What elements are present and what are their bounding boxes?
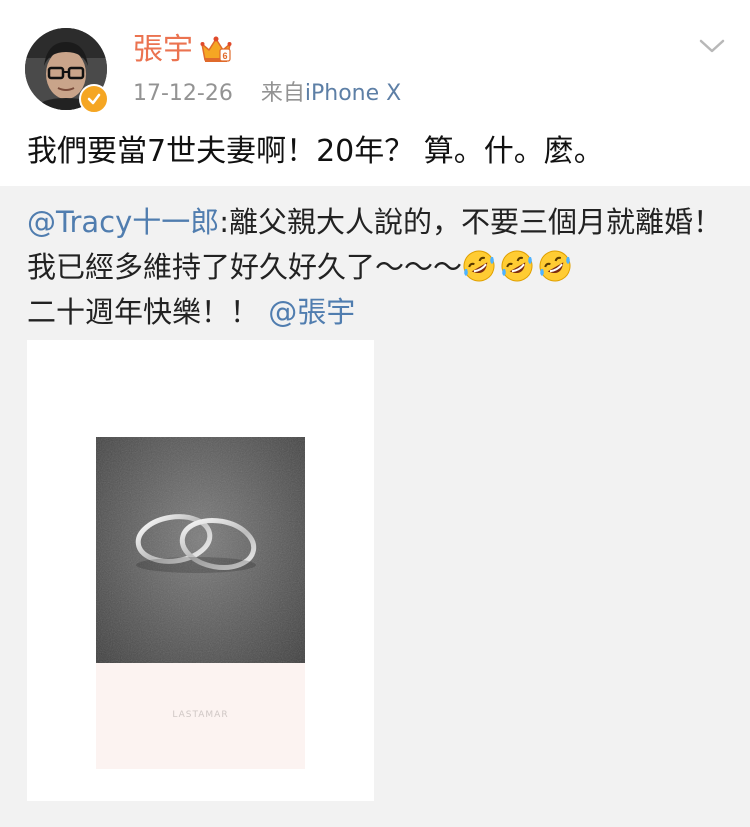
mention-link[interactable]: @張宇 <box>268 295 355 329</box>
post-timestamp: 17-12-26 <box>133 81 233 106</box>
repost-text: @Tracy十一郎:離父親大人說的，不要三個月就離婚！我已經多維持了好久好久了～… <box>27 200 727 335</box>
repost-author-link[interactable]: @Tracy十一郎 <box>27 205 219 239</box>
chevron-down-icon[interactable] <box>697 33 727 57</box>
repost-body-2: 二十週年快樂！！ <box>27 295 269 329</box>
source-device-link[interactable]: iPhone X <box>305 81 401 106</box>
weibo-post: 張宇 6 17-12-26 来自iPhone X 我們要當7世夫妻啊！20年？ … <box>0 0 750 827</box>
username[interactable]: 張宇 <box>133 30 193 70</box>
source-prefix: 来自 <box>260 81 305 106</box>
post-meta: 17-12-26 来自iPhone X <box>133 80 401 108</box>
rings-image <box>96 437 305 663</box>
vip-crown-icon[interactable]: 6 <box>200 36 232 64</box>
post-text: 我們要當7世夫妻啊！20年？ 算。什。麼。 <box>27 134 604 169</box>
rofl-emoji-icon <box>500 249 534 283</box>
verified-icon <box>79 84 109 114</box>
rofl-emoji-icon <box>538 249 572 283</box>
rofl-emoji-icon <box>462 249 496 283</box>
post-header: 張宇 6 17-12-26 来自iPhone X <box>0 0 750 120</box>
photo-caption: LASTAMAR <box>172 710 229 720</box>
rings-photo[interactable] <box>96 437 305 663</box>
svg-text:6: 6 <box>222 51 227 61</box>
